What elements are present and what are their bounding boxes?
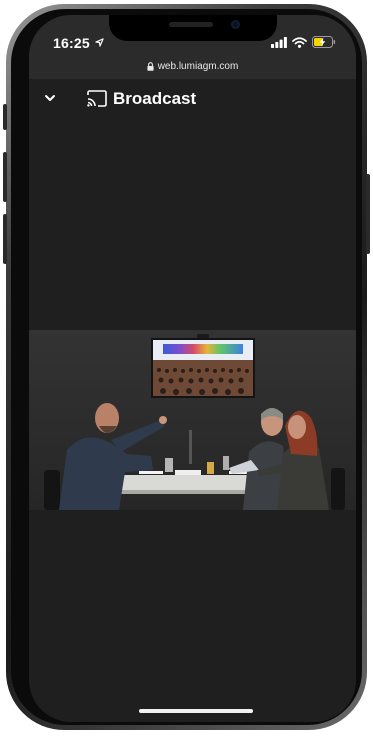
wifi-icon — [292, 36, 307, 48]
app-header: Broadcast — [29, 79, 356, 119]
broadcast-video[interactable] — [29, 330, 356, 510]
mute-switch — [3, 104, 7, 130]
cast-icon — [87, 90, 107, 107]
location-arrow-icon — [95, 38, 104, 47]
front-camera — [231, 20, 240, 29]
notch — [109, 15, 277, 41]
url-text: web.lumiagm.com — [157, 60, 239, 72]
chevron-down-icon[interactable] — [43, 91, 57, 105]
status-time-text: 16:25 — [53, 35, 90, 51]
video-frame — [29, 330, 356, 510]
url-bar[interactable]: web.lumiagm.com — [29, 53, 356, 79]
screen: 16:25 web.lumiagm.com Broadcast — [29, 15, 356, 722]
status-icons — [271, 36, 336, 48]
status-bar: 16:25 — [29, 15, 356, 53]
battery-charging-icon — [312, 36, 336, 48]
page-title: Broadcast — [113, 89, 197, 108]
volume-up-button — [3, 152, 7, 202]
lock-icon — [147, 61, 154, 71]
home-indicator[interactable] — [139, 709, 253, 713]
status-time: 16:25 — [53, 35, 104, 51]
speaker-grille — [169, 22, 213, 27]
wall-monitor — [151, 334, 255, 398]
volume-down-button — [3, 214, 7, 264]
power-button — [366, 174, 370, 254]
cellular-signal-icon — [271, 36, 287, 48]
